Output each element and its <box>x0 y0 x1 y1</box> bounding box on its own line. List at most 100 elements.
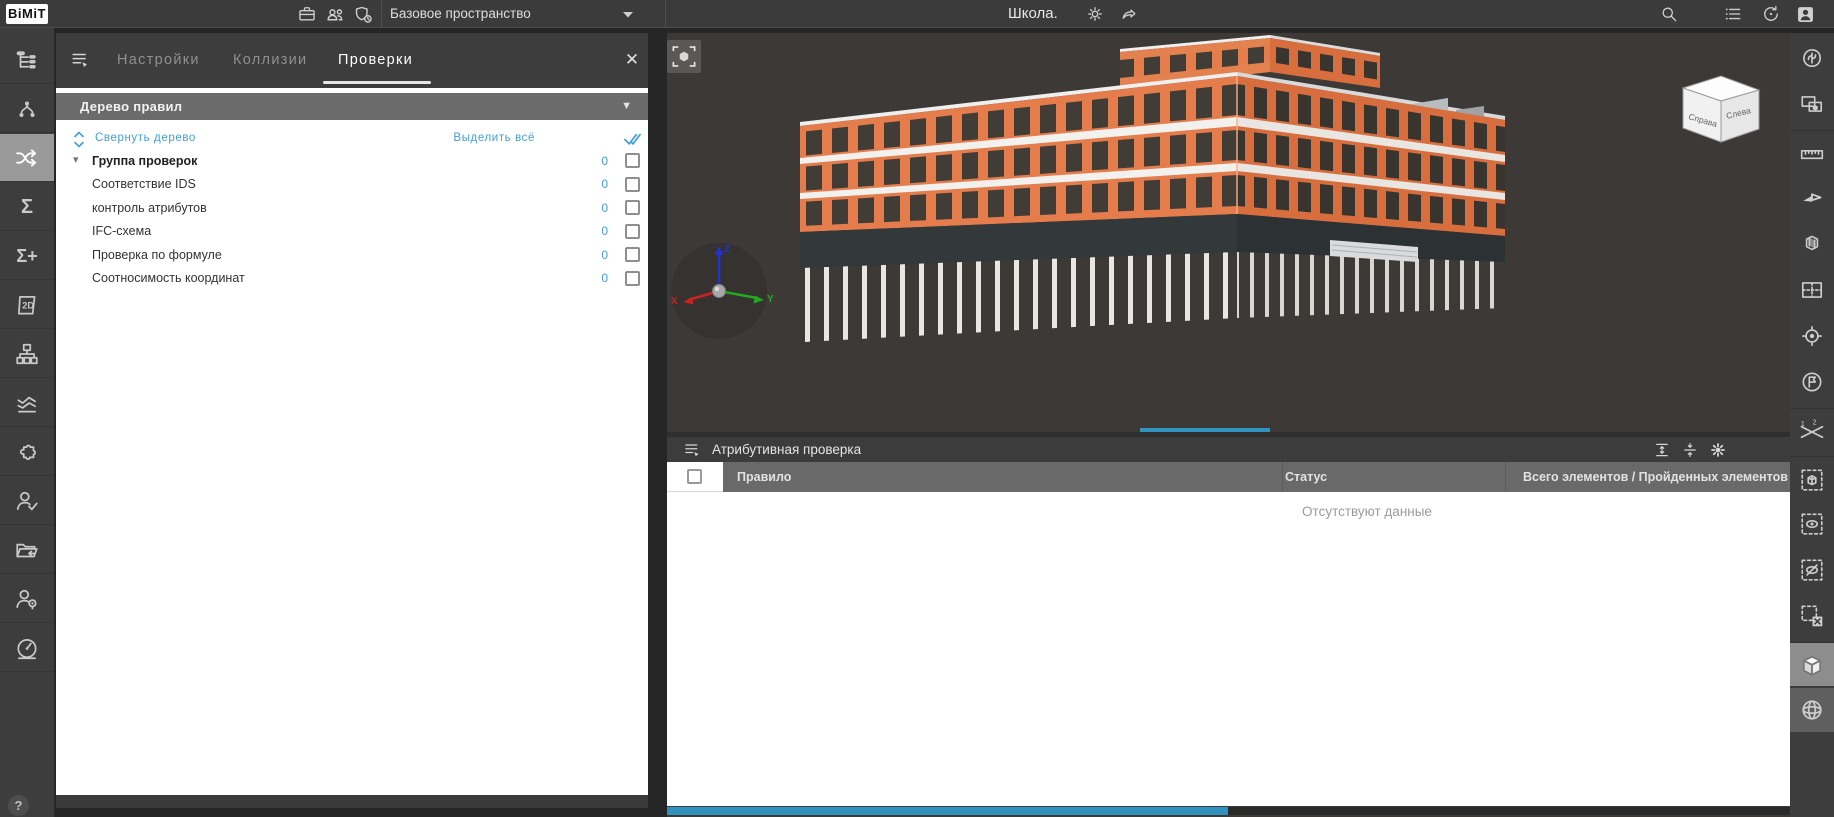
item-count: 0 <box>601 201 608 215</box>
bimit-app: BiMiT Базовое пространство Школа. <box>0 0 1834 817</box>
axis-x-label: X <box>671 296 678 307</box>
locate-icon[interactable] <box>1790 314 1834 358</box>
building-model <box>667 33 1790 432</box>
close-icon[interactable]: ✕ <box>619 47 645 73</box>
hide-box-icon[interactable] <box>1790 548 1834 592</box>
isolate-box-icon[interactable] <box>1790 456 1834 500</box>
tree-actions-row: Свернуть дерево Выделить всё <box>56 127 648 151</box>
chevron-down-icon <box>623 12 633 18</box>
select-all-checkbox[interactable] <box>687 469 702 484</box>
shield-clock-icon[interactable] <box>350 2 376 26</box>
flag-icon[interactable] <box>1790 360 1834 404</box>
show-box-icon[interactable] <box>1790 502 1834 546</box>
select-all-link[interactable]: Выделить всё <box>453 132 535 144</box>
section-cube-icon[interactable] <box>1790 222 1834 266</box>
briefcase-icon[interactable] <box>294 2 320 26</box>
item-checkbox[interactable] <box>625 247 640 262</box>
item-count: 0 <box>601 224 608 238</box>
journal-list-icon[interactable] <box>1720 2 1746 26</box>
clear-box-icon[interactable] <box>1790 594 1834 638</box>
viewport-3d[interactable]: Z Y X Справа Слева Атр <box>667 33 1790 817</box>
item-count: 0 <box>601 248 608 262</box>
model-tree-icon[interactable] <box>0 36 54 84</box>
tree-sphere-icon[interactable] <box>1790 36 1834 80</box>
user-check-icon[interactable] <box>0 477 54 525</box>
caret-down-icon[interactable]: ▾ <box>73 155 85 166</box>
topbar-divider <box>665 0 666 28</box>
profile-icon[interactable] <box>1792 2 1818 26</box>
double-check-icon[interactable] <box>623 132 643 146</box>
column-divider <box>1282 462 1283 492</box>
tab-collisions[interactable]: Коллизии <box>233 33 307 88</box>
chevron-down-icon: ▼ <box>621 93 632 120</box>
item-count: 0 <box>601 154 608 168</box>
axis-gizmo[interactable]: Z Y X <box>667 240 777 350</box>
tree-item[interactable]: Соответствие IDS 0 <box>56 173 648 197</box>
item-checkbox[interactable] <box>625 153 640 168</box>
sum-icon[interactable]: Σ <box>0 183 54 231</box>
scrollbar-thumb[interactable] <box>667 807 1228 815</box>
collapse-rows-icon[interactable] <box>1678 438 1702 461</box>
checks-shuffle-icon[interactable] <box>0 134 54 182</box>
axis-y-label: Y <box>767 294 774 305</box>
tab-settings[interactable]: Настройки <box>117 33 200 88</box>
item-count: 0 <box>601 271 608 285</box>
selection-frames-icon[interactable] <box>1790 82 1834 126</box>
empty-state-text: Отсутствуют данные <box>1227 504 1507 519</box>
panel-menu-icon[interactable] <box>681 438 705 461</box>
help-button[interactable]: ? <box>8 795 29 816</box>
trends-icon[interactable] <box>0 379 54 427</box>
gauge-icon[interactable] <box>0 624 54 672</box>
panel-footer-bar <box>56 795 648 808</box>
plugin-puzzle-icon[interactable] <box>0 428 54 476</box>
checks-panel: Настройки Коллизии Проверки ✕ Дерево пра… <box>56 33 648 808</box>
floor-plan-icon[interactable] <box>1790 268 1834 312</box>
tab-checks[interactable]: Проверки <box>338 33 413 88</box>
user-location-icon[interactable] <box>0 575 54 623</box>
results-panel: Атрибутивная проверка Правило Статус <box>667 428 1790 817</box>
branch-icon[interactable] <box>0 85 54 133</box>
folder-share-icon[interactable] <box>0 526 54 574</box>
header-checkbox-cell <box>667 462 723 492</box>
right-toolbar: 12 <box>1790 33 1834 817</box>
search-icon[interactable] <box>1656 2 1682 26</box>
rules-tree-section-bar[interactable]: Дерево правил ▼ <box>56 93 648 120</box>
tree-item[interactable]: ▾ Группа проверок 0 <box>56 149 648 173</box>
item-checkbox[interactable] <box>625 200 640 215</box>
app-logo[interactable]: BiMiT <box>6 4 48 24</box>
item-checkbox[interactable] <box>625 177 640 192</box>
item-checkbox[interactable] <box>625 224 640 239</box>
org-chart-icon[interactable] <box>0 330 54 378</box>
solid-cube-icon[interactable] <box>1790 642 1834 686</box>
workspace-selector[interactable]: Базовое пространство <box>381 0 665 28</box>
sync-notifications-icon[interactable] <box>1758 2 1784 26</box>
team-icon[interactable] <box>322 2 348 26</box>
section-lines-icon[interactable]: 12 <box>1790 408 1834 452</box>
results-table-body: Отсутствуют данные <box>667 492 1790 806</box>
fit-view-button[interactable] <box>667 40 701 73</box>
share-icon[interactable] <box>1116 2 1142 26</box>
tree-item[interactable]: Соотносимость координат 0 <box>56 267 648 291</box>
orbit-sphere-icon[interactable] <box>1790 688 1834 732</box>
table-settings-gear-icon[interactable] <box>1706 438 1730 461</box>
item-checkbox[interactable] <box>625 271 640 286</box>
collapse-tree-link[interactable]: Свернуть дерево <box>95 132 196 144</box>
ruler-icon[interactable] <box>1790 130 1834 174</box>
sheet-2d-icon[interactable]: 2D <box>0 281 54 329</box>
row-height-icon[interactable] <box>1650 438 1674 461</box>
tree-item[interactable]: IFC-схема 0 <box>56 220 648 244</box>
tree-item[interactable]: контроль атрибутов 0 <box>56 196 648 220</box>
expand-collapse-icon[interactable] <box>73 131 85 148</box>
workspace-label: Базовое пространство <box>390 0 531 28</box>
checks-panel-header: Настройки Коллизии Проверки ✕ <box>56 33 648 88</box>
navigation-cube[interactable]: Справа Слева <box>1678 70 1764 146</box>
active-tab-underline <box>323 81 431 84</box>
tree-item[interactable]: Проверка по формуле 0 <box>56 243 648 267</box>
settings-gear-icon[interactable] <box>1082 2 1108 26</box>
flip-planes-icon[interactable] <box>1790 176 1834 220</box>
horizontal-scrollbar <box>667 807 1790 815</box>
column-total-passed: Всего элементов / Пройденных элементов <box>1523 462 1790 492</box>
left-toolbar: Σ Σ+ 2D <box>0 28 54 817</box>
panel-menu-icon[interactable] <box>68 48 94 72</box>
sum-plus-icon[interactable]: Σ+ <box>0 232 54 280</box>
